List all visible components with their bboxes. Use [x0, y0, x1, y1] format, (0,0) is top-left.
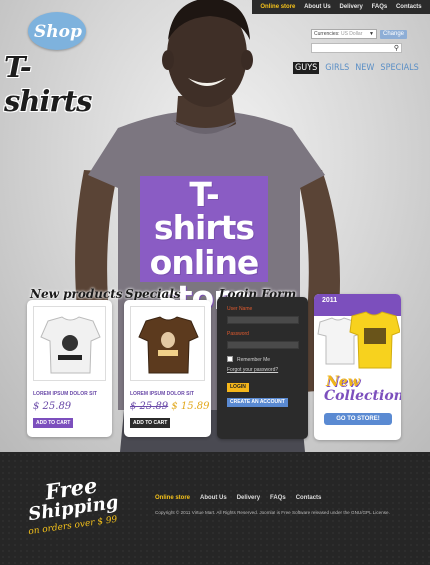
footer-nav-contacts[interactable]: Contacts [296, 495, 322, 501]
top-nav-delivery[interactable]: Delivery [339, 4, 362, 10]
currency-selector: Currencies: US Dollar ▼ Change [311, 29, 408, 39]
top-nav-about-us[interactable]: About Us [304, 4, 331, 10]
collection-year: 2011 [322, 297, 338, 304]
specials-title: Specials [125, 287, 181, 301]
add-to-cart-button[interactable]: ADD TO CART [33, 418, 74, 428]
username-label: User Name [227, 306, 253, 312]
currency-value: US Dollar [340, 31, 363, 37]
site-logo[interactable]: Shop T-shirts [4, 12, 116, 118]
special-new-price: $ 15.89 [171, 401, 210, 412]
new-product-image[interactable] [33, 306, 106, 381]
top-nav-contacts[interactable]: Contacts [396, 4, 422, 10]
footer-nav: Online store About Us Delivery FAQs Cont… [155, 495, 321, 501]
top-nav-faqs[interactable]: FAQs [372, 4, 388, 10]
footer-nav-about-us[interactable]: About Us [200, 495, 227, 501]
password-field[interactable] [227, 341, 299, 349]
special-price-row: $ 25.89 $ 15.89 [130, 401, 210, 412]
new-collection-panel[interactable]: 2011 New Collection GO TO STORE! [314, 294, 401, 440]
top-nav-online-store[interactable]: Online store [260, 4, 295, 10]
footer-nav-online-store[interactable]: Online store [155, 495, 190, 501]
forgot-password-link[interactable]: Forgot your password? [227, 367, 278, 373]
specials-panel: LOREM IPSUM DOLOR SIT $ 25.89 $ 15.89 AD… [124, 300, 211, 437]
white-tshirt-icon [40, 316, 101, 374]
brown-tshirt-icon [138, 316, 199, 374]
special-product-image[interactable] [130, 306, 205, 381]
currency-label: Currencies: [314, 31, 340, 37]
new-products-title: New products [30, 287, 123, 301]
special-old-price: $ 25.89 [130, 401, 169, 412]
new-product-price: $ 25.89 [33, 401, 72, 412]
category-guys[interactable]: GUYS [293, 62, 320, 74]
add-to-cart-button[interactable]: ADD TO CART [130, 418, 171, 428]
go-to-store-button[interactable]: GO TO STORE! [324, 413, 392, 425]
print-line-1: T-shirts [153, 175, 255, 247]
remember-me-label: Remember Me [237, 357, 271, 363]
remember-me-checkbox[interactable] [227, 356, 233, 362]
logo-tshirts-text: T-shirts [4, 50, 92, 118]
special-product-name[interactable]: LOREM IPSUM DOLOR SIT [130, 391, 194, 397]
login-button[interactable]: LOGIN [227, 383, 249, 392]
username-field[interactable] [227, 316, 299, 324]
login-form-panel: User Name Password Remember Me Forgot yo… [217, 297, 308, 439]
collection-tshirts-icon [317, 311, 400, 369]
change-currency-button[interactable]: Change [380, 29, 408, 39]
category-new[interactable]: NEW [355, 63, 374, 73]
collection-text: Collection [324, 388, 401, 404]
category-nav: GUYS GIRLS NEW SPECIALS [293, 62, 419, 74]
create-account-button[interactable]: CREATE AN ACCOUNT [227, 398, 288, 407]
search-input[interactable]: ⚲ [311, 43, 402, 53]
new-products-panel: LOREM IPSUM DOLOR SIT $ 25.89 ADD TO CAR… [27, 300, 112, 437]
currency-select[interactable]: Currencies: US Dollar ▼ [311, 29, 377, 39]
category-specials[interactable]: SPECIALS [380, 63, 418, 73]
search-icon[interactable]: ⚲ [394, 44, 399, 53]
print-line-2: online [149, 243, 260, 282]
footer-nav-faqs[interactable]: FAQs [270, 495, 286, 501]
footer-nav-delivery[interactable]: Delivery [237, 495, 260, 501]
top-nav: Online store About Us Delivery FAQs Cont… [252, 0, 430, 14]
copyright-text: Copyright © 2011 Virtue Mart. All Rights… [155, 510, 390, 515]
chevron-down-icon: ▼ [369, 31, 374, 37]
logo-shop-text: Shop [34, 22, 82, 42]
new-product-name[interactable]: LOREM IPSUM DOLOR SIT [33, 391, 97, 397]
password-label: Password [227, 331, 249, 337]
category-girls[interactable]: GIRLS [325, 63, 349, 73]
